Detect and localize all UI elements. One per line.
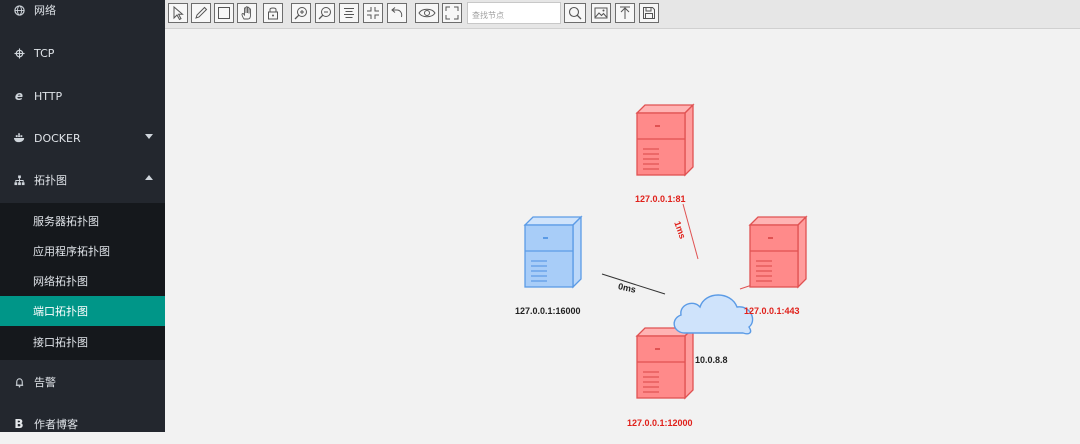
sidebar-item-tcp[interactable]: TCP [0, 33, 165, 73]
pencil-icon[interactable] [191, 3, 211, 23]
server-node-red [636, 327, 694, 399]
search-icon[interactable] [564, 3, 586, 23]
sidebar-item-topology[interactable]: 拓扑图 [0, 160, 165, 200]
sidebar-item-label: DOCKER [34, 131, 81, 145]
sidebar-item-docker[interactable]: DOCKER [0, 118, 165, 158]
sidebar-item-label: 拓扑图 [34, 174, 67, 187]
chevron-down-icon[interactable] [145, 134, 153, 139]
sidebar-item-label: 告警 [34, 376, 56, 389]
upload-icon[interactable] [615, 3, 635, 23]
sidebar-item-interface-topology[interactable]: 接口拓扑图 [0, 327, 165, 357]
topology-canvas[interactable]: 0ms 1ms 127.0.0.1:16000 127.0.0.1:81 127… [165, 29, 1080, 432]
node-label: 127.0.0.1:81 [635, 194, 686, 204]
sidebar-item-app-topology[interactable]: 应用程序拓扑图 [0, 236, 165, 266]
undo-icon[interactable] [387, 3, 407, 23]
ie-icon: e [14, 89, 24, 103]
sidebar-item-author-blog[interactable]: B 作者博客 [0, 404, 165, 444]
sidebar-item-server-topology[interactable]: 服务器拓扑图 [0, 206, 165, 236]
sidebar-item-http[interactable]: e HTTP [0, 76, 165, 116]
hub-label: 10.0.8.8 [695, 355, 728, 365]
sidebar-item-label: HTTP [34, 89, 63, 103]
sidebar: 网络 TCP e HTTP DOCKER 拓扑图 服务器拓扑图 应用程序拓扑图 … [0, 0, 165, 432]
bold-b-icon: B [14, 417, 24, 431]
node-label: 127.0.0.1:12000 [627, 418, 693, 428]
server-node-blue [524, 216, 582, 288]
lock-icon[interactable] [263, 3, 283, 23]
bell-icon [12, 377, 26, 388]
sidebar-item-network-topology[interactable]: 网络拓扑图 [0, 266, 165, 296]
cloud-icon [673, 294, 754, 335]
eye-icon[interactable] [415, 3, 439, 23]
sitemap-icon [12, 174, 26, 186]
sidebar-item-network[interactable]: 网络 [0, 0, 165, 30]
topology-graph [524, 104, 807, 399]
zoom-out-icon[interactable] [315, 3, 335, 23]
fit-icon[interactable] [363, 3, 383, 23]
align-icon[interactable] [339, 3, 359, 23]
hand-icon[interactable] [237, 3, 257, 23]
globe-icon [12, 4, 26, 16]
sidebar-item-label: 作者博客 [34, 418, 78, 431]
toolbar [165, 0, 1080, 29]
sidebar-item-label: TCP [34, 46, 55, 60]
select-tool-icon[interactable] [168, 3, 188, 23]
server-node-red [636, 104, 694, 176]
image-icon[interactable] [591, 3, 611, 23]
sidebar-item-alerts[interactable]: 告警 [0, 362, 165, 402]
node-label: 127.0.0.1:443 [744, 306, 800, 316]
node-label: 127.0.0.1:16000 [515, 306, 581, 316]
sidebar-item-label: 网络 [34, 4, 56, 17]
rectangle-icon[interactable] [214, 3, 234, 23]
sidebar-item-label: 服务器拓扑图 [33, 215, 99, 228]
chevron-up-icon[interactable] [145, 175, 153, 180]
docker-icon [12, 133, 26, 143]
server-node-red [749, 216, 807, 288]
sidebar-item-label: 应用程序拓扑图 [33, 245, 110, 258]
compass-icon [12, 47, 26, 59]
topology-submenu: 服务器拓扑图 应用程序拓扑图 网络拓扑图 端口拓扑图 接口拓扑图 [0, 203, 165, 360]
sidebar-item-label: 网络拓扑图 [33, 275, 88, 288]
search-input[interactable] [467, 2, 561, 24]
sidebar-item-label: 端口拓扑图 [33, 305, 88, 318]
sidebar-item-port-topology[interactable]: 端口拓扑图 [0, 296, 165, 326]
sidebar-item-label: 接口拓扑图 [33, 336, 88, 349]
save-icon[interactable] [639, 3, 659, 23]
zoom-in-icon[interactable] [291, 3, 311, 23]
fullscreen-icon[interactable] [442, 3, 462, 23]
